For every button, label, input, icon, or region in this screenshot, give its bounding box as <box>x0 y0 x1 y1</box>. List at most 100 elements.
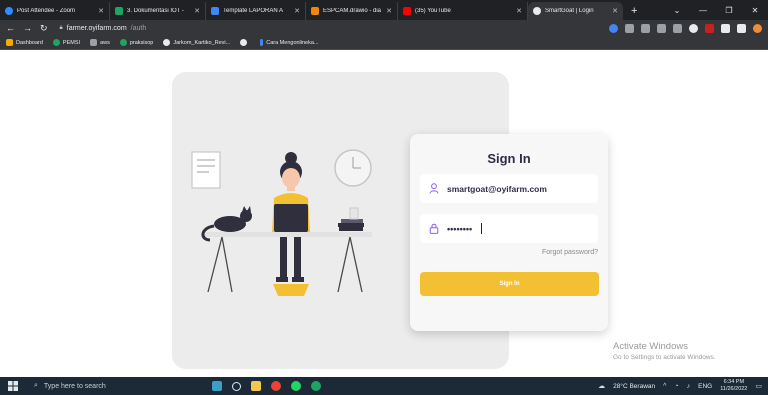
extension-icon[interactable] <box>689 23 698 33</box>
close-window-icon[interactable]: ✕ <box>742 6 768 15</box>
install-icon[interactable] <box>641 23 650 33</box>
bookmark-label: praksisop <box>129 39 154 46</box>
taskbar-search[interactable]: ⌕ Type here to search <box>26 377 166 395</box>
bookmark-item[interactable] <box>240 39 250 46</box>
forward-icon[interactable]: → <box>23 23 32 33</box>
globe-icon <box>240 39 248 46</box>
language-indicator[interactable]: ENG <box>698 383 712 390</box>
watermark-subtitle: Go to Settings to activate Windows. <box>613 354 716 361</box>
email-field[interactable]: smartgoat@oyifarm.com <box>420 174 598 203</box>
google-lens-icon[interactable] <box>609 23 618 33</box>
tab-title: ESPCAM.drawio - dia <box>323 8 382 14</box>
chrome-icon[interactable] <box>271 381 281 391</box>
bookmark-label: aws <box>100 39 110 46</box>
password-value: •••••••• <box>447 223 473 234</box>
notification-icon[interactable]: ▭ <box>755 382 762 390</box>
browser-tab-bar: Post Attendee - Zoom ✕ 3. Dokumentasi IO… <box>0 0 768 20</box>
youtube-icon <box>403 7 411 15</box>
lock-icon <box>429 223 439 234</box>
key-icon[interactable] <box>625 23 634 33</box>
close-icon[interactable]: ✕ <box>294 7 300 15</box>
pinned-apps <box>212 381 321 391</box>
url-host: farmer.oyifarm.com <box>66 24 127 32</box>
activate-windows-watermark: Activate Windows Go to Settings to activ… <box>613 341 716 361</box>
close-icon[interactable]: ✕ <box>194 7 200 15</box>
clock-time: 6:34 PM <box>723 379 745 385</box>
tab-dokumentasi[interactable]: 3. Dokumentasi IOT - ✕ <box>110 2 206 20</box>
bookmark-label: Dashboard <box>16 39 43 46</box>
zoom-icon <box>5 7 13 15</box>
close-icon[interactable]: ✕ <box>516 7 522 15</box>
app-icon[interactable] <box>311 381 321 391</box>
windows-logo-icon <box>8 381 18 391</box>
minimize-icon[interactable]: — <box>690 6 716 15</box>
reload-icon[interactable]: ↻ <box>40 23 48 34</box>
restore-icon[interactable]: ❐ <box>716 6 742 15</box>
globe-icon <box>163 39 171 46</box>
new-tab-button[interactable]: + <box>623 2 645 20</box>
tab-title: Template LAPORAN A <box>223 8 284 14</box>
sign-in-card: Sign In smartgoat@oyifarm.com •••••••• F… <box>410 134 608 331</box>
globe-icon <box>533 7 541 15</box>
bookmark-item[interactable]: Dashboard <box>6 39 43 46</box>
bookmark-icon <box>52 39 60 46</box>
bookmark-item[interactable]: PEMSI <box>52 39 80 46</box>
clock-date: 11/26/2022 <box>720 386 748 392</box>
tab-zoom[interactable]: Post Attendee - Zoom ✕ <box>0 2 110 20</box>
tab-template-laporan[interactable]: Template LAPORAN A ✕ <box>206 2 306 20</box>
bookmark-icon <box>260 39 264 46</box>
volume-icon[interactable]: ♪ <box>687 383 691 390</box>
tab-title: Post Attendee - Zoom <box>17 8 76 14</box>
bookmark-item[interactable]: Cara Mengonlineka... <box>260 39 319 46</box>
search-placeholder: Type here to search <box>43 382 106 390</box>
puzzle-icon[interactable] <box>721 23 730 33</box>
tab-smartgoat-login[interactable]: SmartGoat | Login ✕ <box>528 2 623 20</box>
clock[interactable]: 6:34 PM 11/26/2022 <box>720 379 747 393</box>
back-icon[interactable]: ← <box>6 23 15 33</box>
share-icon[interactable] <box>657 23 666 33</box>
task-view-icon[interactable] <box>232 381 241 391</box>
url-path: /auth <box>130 24 147 32</box>
chevron-down-icon[interactable]: ⌄ <box>664 6 690 15</box>
bookmark-item[interactable]: aws <box>90 39 110 46</box>
profile-avatar[interactable] <box>753 23 762 33</box>
close-icon[interactable]: ✕ <box>386 7 392 15</box>
start-button[interactable] <box>0 377 26 395</box>
search-icon: ⌕ <box>34 382 38 389</box>
text-cursor <box>481 223 483 234</box>
sidepanel-icon[interactable] <box>737 23 746 33</box>
tab-drawio[interactable]: ESPCAM.drawio - dia ✕ <box>306 2 398 20</box>
tab-title: 3. Dokumentasi IOT - <box>127 8 184 14</box>
tab-title: (35) YouTube <box>415 8 451 14</box>
forgot-password-link[interactable]: Forgot password? <box>542 249 598 256</box>
weather-widget-icon[interactable] <box>212 381 222 391</box>
password-field[interactable]: •••••••• <box>420 214 598 243</box>
system-tray: ☁︎ 28°C Berawan ^ ◔ ♪ ENG 6:34 PM 11/26/… <box>598 379 768 393</box>
user-icon <box>429 183 439 194</box>
close-icon[interactable]: ✕ <box>98 7 104 15</box>
sign-in-button[interactable]: Sign In <box>420 272 599 296</box>
lock-icon: 🔒︎ <box>59 24 63 31</box>
tab-youtube[interactable]: (35) YouTube ✕ <box>398 2 528 20</box>
sign-in-title: Sign In <box>487 151 531 166</box>
window-controls: ⌄ — ❐ ✕ <box>664 0 768 20</box>
aws-icon <box>90 39 98 46</box>
chevron-up-icon[interactable]: ^ <box>663 383 666 390</box>
bookmark-item[interactable]: praksisop <box>119 39 154 46</box>
bookmark-item[interactable]: Jarkom_Kartiko_Revi... <box>163 39 230 46</box>
extension-red-icon[interactable] <box>705 23 714 33</box>
address-bar: ← → ↻ 🔒︎ farmer.oyifarm.com/auth <box>0 20 768 36</box>
whatsapp-icon[interactable] <box>291 381 301 391</box>
close-icon[interactable]: ✕ <box>612 7 618 15</box>
windows-taskbar: ⌕ Type here to search ☁︎ 28°C Berawan ^ … <box>0 377 768 395</box>
workspace-illustration <box>191 149 372 296</box>
weather-text[interactable]: 28°C Berawan <box>613 383 655 390</box>
page-content: Sign In smartgoat@oyifarm.com •••••••• F… <box>0 50 768 377</box>
file-explorer-icon[interactable] <box>251 381 261 391</box>
bookmarks-bar: Dashboard PEMSI aws praksisop Jarkom_Kar… <box>0 36 768 50</box>
url-field[interactable]: 🔒︎ farmer.oyifarm.com/auth <box>60 25 147 32</box>
drive-icon <box>115 7 123 15</box>
extensions-area <box>609 23 762 33</box>
network-icon[interactable]: ◔ <box>674 383 678 390</box>
star-icon[interactable] <box>673 23 682 33</box>
